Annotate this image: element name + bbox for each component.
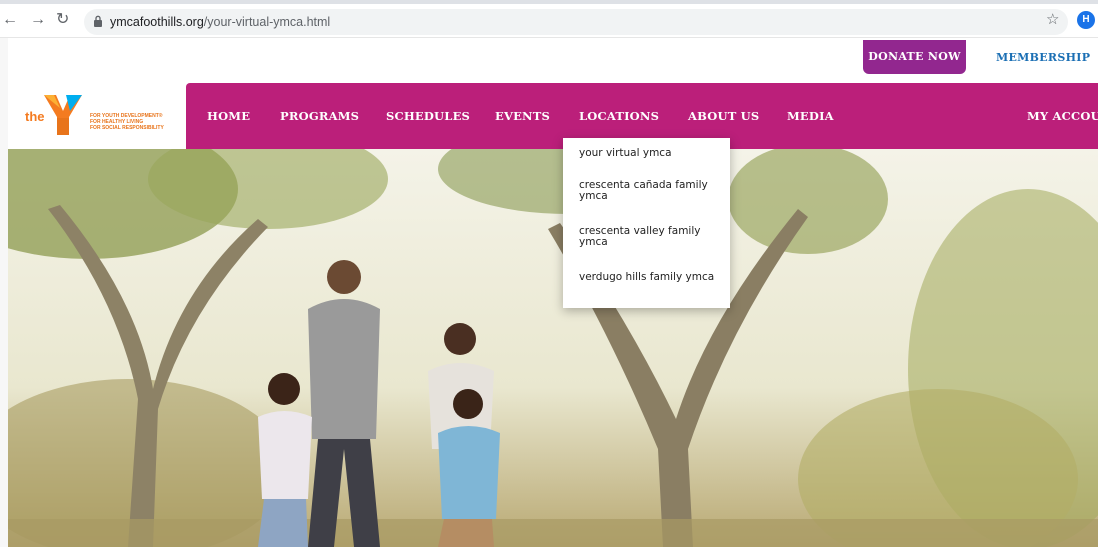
url-path: /your-virtual-ymca.html	[203, 15, 331, 29]
nav-media[interactable]: MEDIA	[787, 109, 834, 123]
address-bar[interactable]: ymcafoothills.org/your-virtual-ymca.html	[84, 9, 1068, 35]
nav-my-account[interactable]: MY ACCOUNT	[1027, 109, 1098, 123]
dropdown-item-crescenta-canada[interactable]: crescenta cañada family ymca	[579, 180, 719, 202]
url-domain: ymcafoothills.org	[110, 15, 204, 29]
nav-about-us[interactable]: ABOUT US	[688, 109, 759, 123]
logo-tagline: FOR YOUTH DEVELOPMENT® FOR HEALTHY LIVIN…	[90, 113, 164, 131]
dropdown-item-verdugo-hills[interactable]: verdugo hills family ymca	[579, 272, 719, 283]
donate-now-button[interactable]: DONATE NOW	[863, 40, 966, 74]
nav-events[interactable]: EVENTS	[495, 109, 550, 123]
lock-icon	[94, 15, 102, 27]
ymca-logo[interactable]: the FOR YOUTH DEVELOPMENT® FOR HEALTHY L…	[22, 88, 182, 138]
reload-icon[interactable]: ↻	[56, 12, 69, 28]
tab-strip-edge	[0, 0, 1098, 4]
dropdown-item-your-virtual-ymca[interactable]: your virtual ymca	[579, 148, 719, 159]
dropdown-item-crescenta-valley[interactable]: crescenta valley family ymca	[579, 226, 719, 248]
url-text: ymcafoothills.org/your-virtual-ymca.html	[110, 15, 330, 29]
nav-programs[interactable]: PROGRAMS	[280, 109, 359, 123]
nav-locations[interactable]: LOCATIONS	[579, 109, 659, 123]
star-icon[interactable]: ☆	[1046, 12, 1059, 27]
page-gutter	[0, 38, 8, 547]
back-icon[interactable]: ←	[2, 12, 18, 28]
membership-link[interactable]: MEMBERSHIP	[996, 51, 1090, 64]
page-content: DONATE NOW MEMBERSHIP the FOR YOUTH DEVE…	[0, 38, 1098, 547]
nav-home[interactable]: HOME	[207, 109, 250, 123]
hero-image	[8, 149, 1098, 547]
profile-avatar[interactable]: H	[1077, 11, 1095, 29]
tagline-line-3: FOR SOCIAL RESPONSIBILITY	[90, 125, 164, 131]
nav-schedules[interactable]: SCHEDULES	[386, 109, 470, 123]
ymca-y-icon	[44, 95, 82, 135]
forward-icon[interactable]: →	[30, 12, 46, 28]
locations-dropdown: your virtual ymca crescenta cañada famil…	[563, 138, 730, 308]
browser-toolbar: ← → ↻ ymcafoothills.org/your-virtual-ymc…	[0, 0, 1098, 38]
